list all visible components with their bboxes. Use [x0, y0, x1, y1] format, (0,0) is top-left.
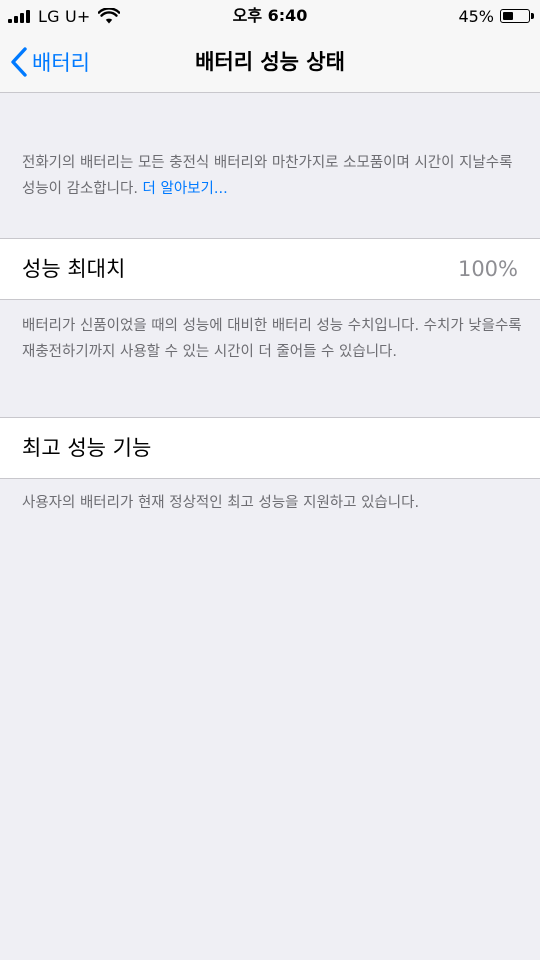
intro-description: 전화기의 배터리는 모든 충전식 배터리와 마찬가지로 소모품이며 시간이 지날… — [22, 150, 522, 202]
peak-performance-label: 최고 성능 기능 — [22, 436, 152, 460]
status-bar: LG U+ 오후 6:40 45% — [0, 0, 540, 32]
back-button-label: 배터리 — [32, 51, 90, 75]
chevron-left-icon — [11, 47, 27, 77]
learn-more-link[interactable]: 더 알아보기... — [143, 181, 228, 197]
navigation-bar: 배터리 성능 상태 배터리 — [0, 32, 540, 93]
peak-performance-description: 사용자의 배터리가 현재 정상적인 최고 성능을 지원하고 있습니다. — [22, 495, 420, 511]
maximum-capacity-value: 100% — [457, 257, 518, 281]
back-button[interactable]: 배터리 — [10, 32, 90, 92]
battery-icon — [500, 9, 534, 23]
status-right: 45% — [458, 4, 534, 28]
maximum-capacity-label: 성능 최대치 — [22, 257, 126, 281]
battery-percentage: 45% — [458, 6, 494, 26]
intro-text: 전화기의 배터리는 모든 충전식 배터리와 마찬가지로 소모품이며 시간이 지날… — [22, 155, 513, 197]
maximum-capacity-description: 배터리가 신품이었을 때의 성능에 대비한 배터리 성능 수치입니다. 수치가 … — [22, 318, 522, 360]
maximum-capacity-row: 성능 최대치 100% — [0, 238, 540, 300]
battery-level-fill — [503, 12, 513, 20]
battery-nub — [531, 13, 534, 19]
peak-performance-row: 최고 성능 기능 — [0, 417, 540, 479]
